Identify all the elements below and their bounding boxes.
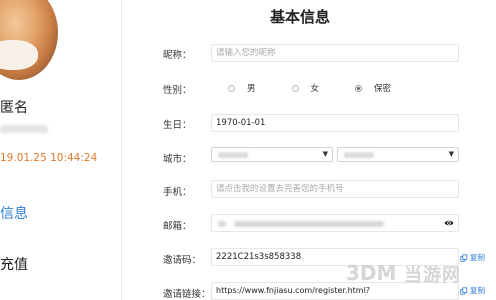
gender-option-label: 保密: [374, 84, 392, 94]
radio-male[interactable]: [228, 84, 235, 92]
nickname-label: 昵称：: [163, 50, 192, 61]
divider: [121, 0, 122, 300]
nav-item-basic-info[interactable]: 信息: [0, 203, 28, 223]
radio-secret[interactable]: [355, 84, 363, 92]
phone-input[interactable]: 请点击我的设置去完善您的手机号: [211, 180, 459, 198]
invite-link-label: 邀请链接：: [163, 289, 211, 300]
gender-option-male[interactable]: 男: [228, 82, 256, 94]
redacted-email: [218, 221, 226, 227]
chevron-down-icon: ▼: [448, 150, 454, 158]
email-label: 邮箱：: [163, 221, 192, 232]
email-input[interactable]: [211, 214, 459, 232]
birthday-label: 生日：: [163, 120, 192, 131]
last-login-time: 19.01.25 10:44:24: [0, 152, 98, 164]
avatar[interactable]: [0, 0, 58, 80]
gender-option-female[interactable]: 女: [291, 82, 320, 94]
radio-female[interactable]: [291, 84, 299, 92]
gender-radio-group: 男 女 保密: [211, 82, 427, 94]
province-select[interactable]: ▼: [211, 147, 333, 162]
gender-option-secret[interactable]: 保密: [355, 82, 391, 94]
chevron-down-icon: ▼: [322, 150, 328, 158]
redacted-user-id: [0, 125, 48, 133]
redacted-city: [344, 152, 374, 158]
eye-icon[interactable]: [444, 218, 454, 228]
redacted-email: [234, 221, 384, 227]
invite-code-label: 邀请码：: [163, 255, 202, 266]
city-select[interactable]: ▼: [337, 147, 459, 162]
redacted-province: [218, 152, 248, 158]
site-watermark: 3DM 当游网: [344, 258, 496, 292]
birthday-input[interactable]: 1970-01-01: [211, 114, 459, 132]
watermark-text: 当游网: [404, 265, 461, 286]
watermark-logo: 3DM: [346, 261, 397, 285]
gender-option-label: 女: [310, 84, 320, 94]
username: 匿名: [0, 100, 28, 116]
nickname-input[interactable]: 请输入您的昵称: [211, 44, 459, 62]
nav-item-recharge[interactable]: 充值: [0, 254, 28, 274]
phone-label: 手机：: [163, 187, 192, 198]
page-title: 基本信息: [270, 8, 331, 26]
city-label: 城市：: [163, 154, 192, 165]
sidebar: 匿名 19.01.25 10:44:24 信息 充值: [0, 0, 118, 300]
gender-label: 性别：: [163, 85, 192, 96]
gender-option-label: 男: [247, 84, 256, 94]
